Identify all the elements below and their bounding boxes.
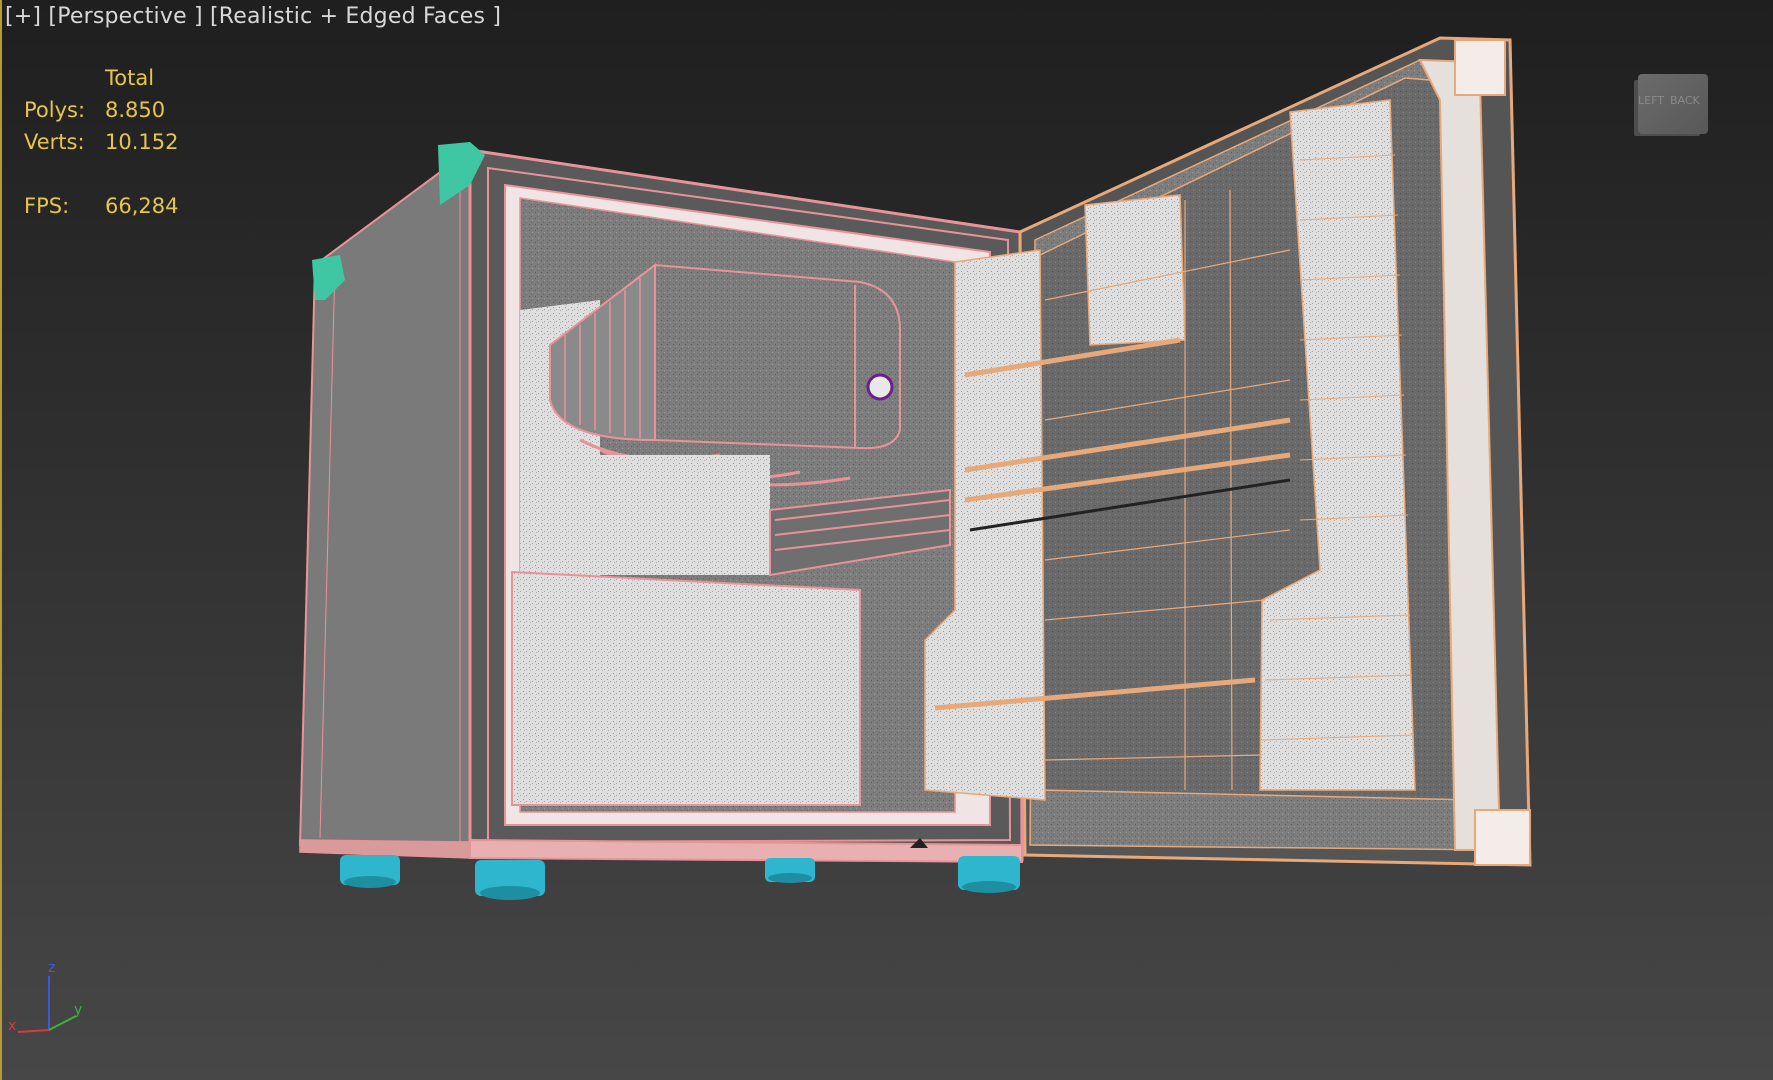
viewcube-back-label: BACK: [1670, 94, 1700, 107]
foot: [475, 860, 545, 900]
x-axis-label: x: [8, 1018, 16, 1034]
crisper-drawer: [511, 570, 861, 806]
viewport-label-menu[interactable]: [+] [Perspective ] [Realistic + Edged Fa…: [5, 4, 501, 29]
foot: [958, 856, 1020, 893]
stats-fps-label: FPS:: [24, 194, 70, 218]
z-axis-label: z: [48, 960, 55, 976]
stats-verts-value: 10.152: [105, 130, 179, 154]
refrigerator-door: [924, 36, 1532, 867]
stats-verts-label: Verts:: [24, 130, 85, 154]
stats-polys-value: 8.850: [105, 98, 166, 122]
stats-total-header: Total: [105, 66, 155, 90]
cabinet-side-panel: [298, 148, 471, 857]
foot: [765, 858, 815, 883]
active-viewport-border: [0, 0, 2, 1080]
viewcube-left-label: LEFT: [1638, 94, 1664, 107]
axis-tripod: z x y: [8, 960, 82, 1034]
stats-fps-value: 66,284: [105, 194, 179, 218]
perspective-viewport[interactable]: [+] [Perspective ] [Realistic + Edged Fa…: [0, 0, 1773, 1080]
y-axis-label: y: [74, 1002, 82, 1018]
viewport-point-of-view-menu[interactable]: [Perspective ]: [48, 4, 202, 29]
y-axis-line: [48, 1015, 77, 1031]
x-axis-line: [17, 1029, 50, 1033]
viewport-general-menu[interactable]: [+]: [5, 4, 41, 29]
refrigerator-3d-model[interactable]: [0, 0, 1773, 1080]
viewcube[interactable]: LEFT BACK: [1630, 70, 1710, 136]
stats-polys-label: Polys:: [24, 98, 86, 122]
foot: [340, 855, 400, 888]
viewport-shading-menu[interactable]: [Realistic + Edged Faces ]: [210, 4, 501, 29]
